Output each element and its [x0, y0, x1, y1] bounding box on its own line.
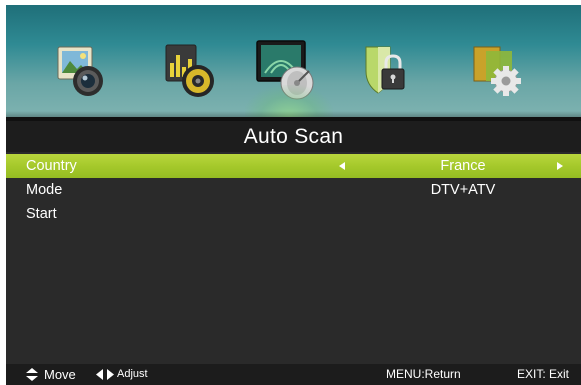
menu-item-start[interactable]: Start: [6, 202, 581, 226]
mode-value: DTV+ATV: [430, 182, 496, 198]
mode-label: Mode: [26, 182, 63, 198]
left-right-arrow-icon: [96, 369, 114, 380]
page-title: Auto Scan: [6, 121, 581, 152]
menu-tab-bar: [6, 5, 581, 117]
exit-hint: EXIT: Exit: [517, 367, 570, 381]
picture-icon[interactable]: [50, 41, 110, 101]
sound-icon[interactable]: [160, 41, 220, 101]
country-value: France: [440, 158, 486, 174]
osd-menu-window: Auto Scan Country France Mode DTV+ATV St…: [6, 5, 581, 385]
menu-item-country[interactable]: Country France: [6, 154, 581, 178]
country-label: Country: [26, 158, 77, 174]
adjust-hint: Adjust: [117, 368, 148, 380]
up-down-arrow-icon: [26, 368, 38, 381]
active-tab-highlight: [245, 85, 333, 117]
right-arrow-icon[interactable]: [557, 162, 563, 170]
left-arrow-icon[interactable]: [339, 162, 345, 170]
setup-icon[interactable]: [468, 41, 528, 101]
help-bar: Move Adjust MENU:Return EXIT: Exit: [6, 364, 581, 385]
menu-return-hint: MENU:Return: [386, 367, 461, 381]
menu-item-mode[interactable]: Mode DTV+ATV: [6, 178, 581, 202]
lock-icon[interactable]: [356, 41, 416, 101]
start-label: Start: [26, 206, 57, 222]
move-hint: Move: [44, 367, 76, 382]
